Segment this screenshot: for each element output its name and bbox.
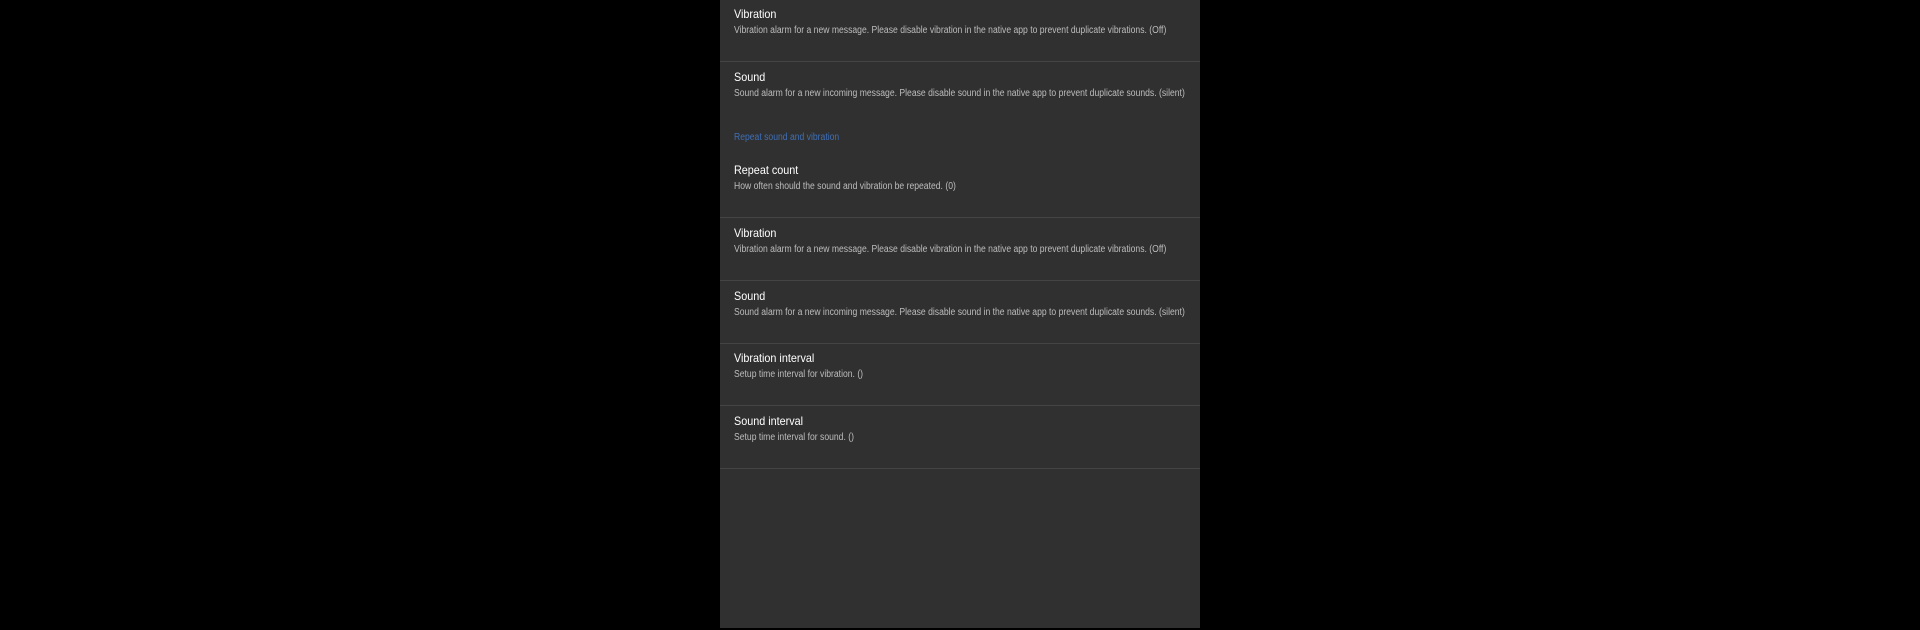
category-header-repeat: Repeat sound and vibration <box>734 132 840 143</box>
pref-title: Sound <box>734 70 766 84</box>
pref-summary: Sound alarm for a new incoming message. … <box>734 307 1185 318</box>
pref-summary: Vibration alarm for a new message. Pleas… <box>734 25 1167 36</box>
pref-repeat-count[interactable]: Repeat count How often should the sound … <box>720 156 1200 218</box>
pref-title: Vibration <box>734 226 777 240</box>
pref-repeat-sound[interactable]: Sound Sound alarm for a new incoming mes… <box>720 282 1200 344</box>
pref-title: Vibration <box>734 7 777 21</box>
pref-summary: Vibration alarm for a new message. Pleas… <box>734 244 1167 255</box>
pref-sound[interactable]: Sound Sound alarm for a new incoming mes… <box>720 63 1200 125</box>
pref-repeat-vibration[interactable]: Vibration Vibration alarm for a new mess… <box>720 219 1200 281</box>
pref-vibration-interval[interactable]: Vibration interval Setup time interval f… <box>720 344 1200 406</box>
pref-summary: Sound alarm for a new incoming message. … <box>734 88 1185 99</box>
pref-title: Sound <box>734 289 766 303</box>
pref-summary: Setup time interval for vibration. () <box>734 369 864 380</box>
pref-title: Vibration interval <box>734 351 815 365</box>
pref-summary: How often should the sound and vibration… <box>734 181 956 192</box>
pref-title: Repeat count <box>734 163 799 177</box>
pref-vibration[interactable]: Vibration Vibration alarm for a new mess… <box>720 0 1200 62</box>
pref-title: Sound interval <box>734 414 804 428</box>
settings-panel: Vibration Vibration alarm for a new mess… <box>720 0 1200 628</box>
pref-summary: Setup time interval for sound. () <box>734 432 854 443</box>
pref-sound-interval[interactable]: Sound interval Setup time interval for s… <box>720 407 1200 469</box>
